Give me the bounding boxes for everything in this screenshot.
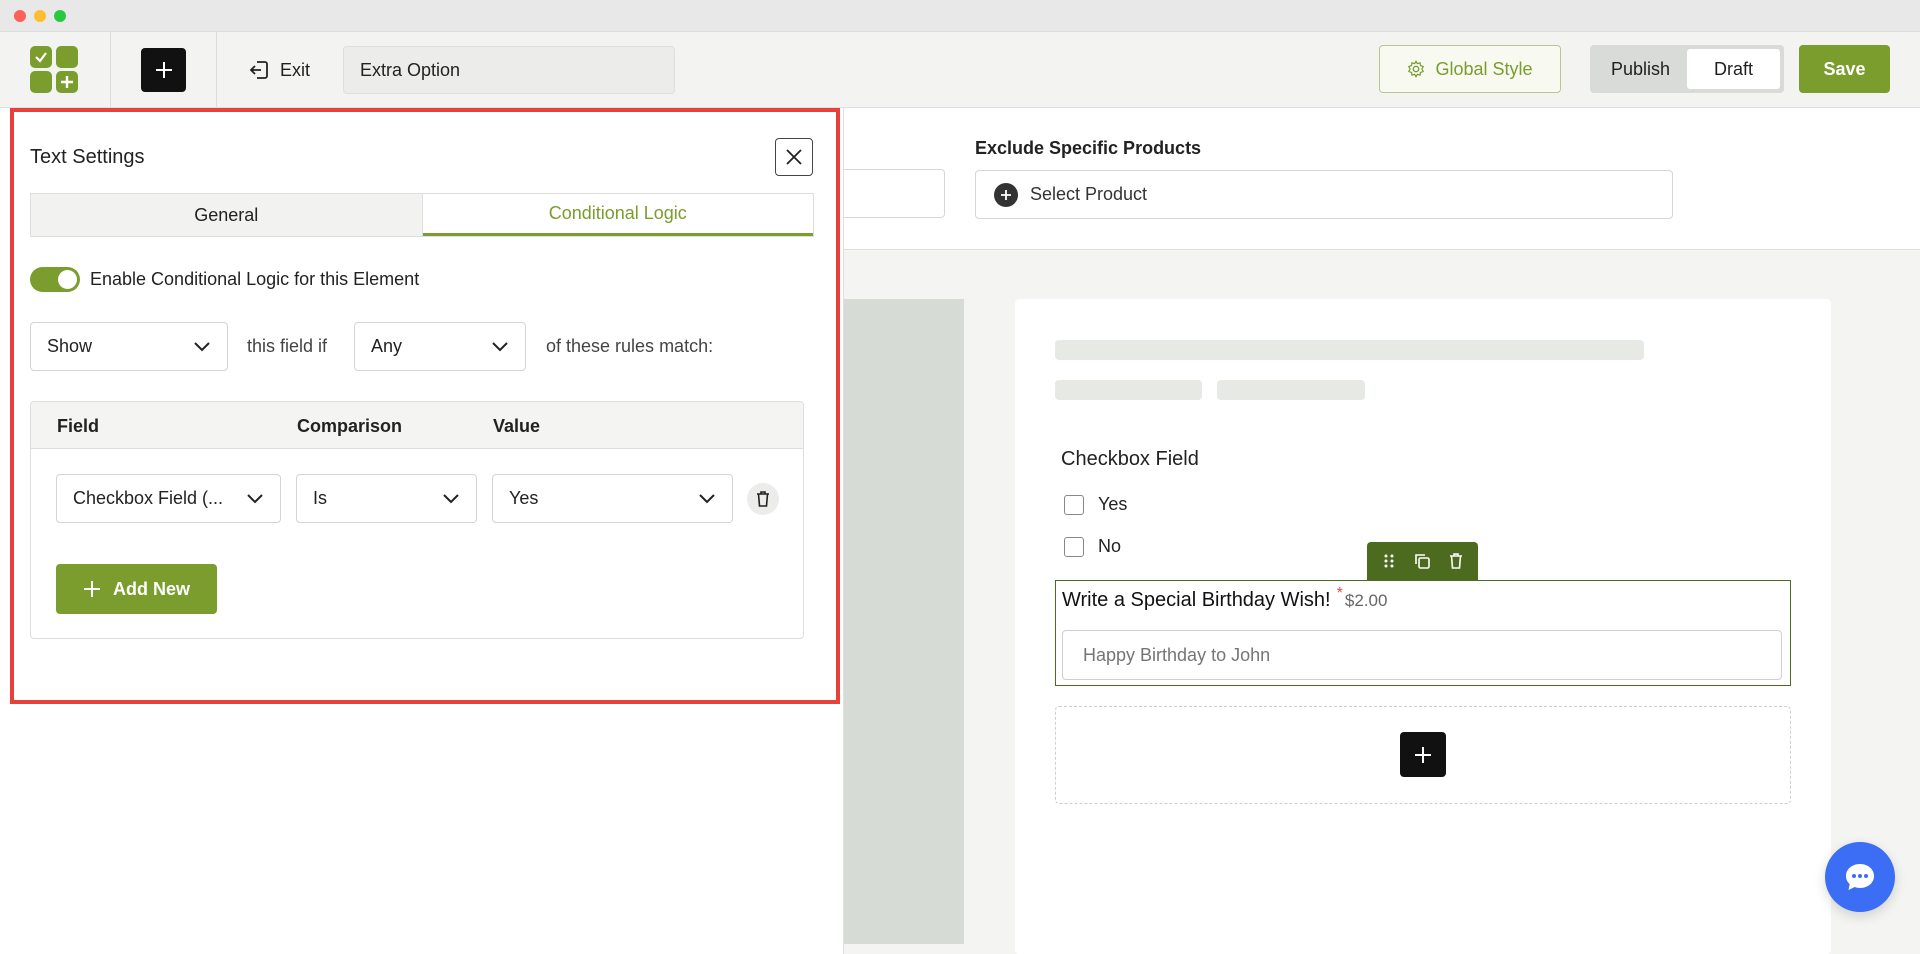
chevron-down-icon: [699, 493, 715, 503]
add-new-label: Add New: [112, 578, 190, 599]
skeleton-line: [1217, 380, 1365, 400]
chat-support-button[interactable]: [1825, 842, 1895, 912]
element-toolbar: [1367, 542, 1478, 580]
add-field-button[interactable]: [1400, 732, 1446, 777]
chat-bubble-icon: [1846, 864, 1874, 890]
checkbox[interactable]: [1064, 494, 1084, 515]
plus-icon: [155, 62, 172, 78]
action-select-value: Show: [47, 336, 93, 356]
rule-field-value: Checkbox Field (...: [73, 488, 224, 508]
top-toolbar: Exit Global Style Publish Draft Save: [0, 32, 1920, 108]
checkbox-option-no[interactable]: No: [1064, 536, 1121, 557]
rules-table-header: Field Comparison Value: [31, 402, 803, 449]
enable-conditional-logic-toggle[interactable]: [30, 267, 80, 292]
window-titlebar: [0, 0, 1920, 32]
trash-icon[interactable]: [1448, 552, 1464, 570]
condition-tail-text: of these rules match:: [546, 336, 714, 356]
select-product-label: Select Product: [1030, 184, 1148, 204]
match-select-value: Any: [371, 336, 403, 356]
chevron-down-icon: [194, 341, 210, 351]
duplicate-icon[interactable]: [1413, 552, 1431, 570]
draft-option[interactable]: Draft: [1687, 49, 1780, 89]
text-field-label: Write a Special Birthday Wish! * $2.00: [1062, 585, 1388, 612]
delete-rule-button[interactable]: [747, 483, 779, 515]
column-value: Value: [493, 416, 541, 436]
gear-icon: [1408, 60, 1425, 78]
tab-general[interactable]: General: [31, 194, 423, 236]
rule-value-select[interactable]: Yes: [492, 474, 733, 523]
tab-conditional-logic[interactable]: Conditional Logic: [422, 194, 813, 236]
panel-title: Text Settings: [30, 146, 145, 168]
canvas-placeholder-column: [844, 299, 964, 944]
checkbox-field-title: Checkbox Field: [1061, 448, 1199, 470]
close-panel-button[interactable]: [775, 138, 813, 176]
trash-icon: [757, 491, 769, 507]
chevron-down-icon: [492, 341, 508, 351]
global-style-label: Global Style: [1435, 58, 1533, 79]
global-style-button[interactable]: Global Style: [1379, 45, 1561, 93]
chevron-down-icon: [247, 493, 263, 503]
publish-option[interactable]: Publish: [1594, 49, 1687, 89]
checkbox-label: No: [1098, 536, 1122, 556]
skeleton-line: [1055, 380, 1202, 400]
text-field-label-text: Write a Special Birthday Wish!: [1062, 589, 1331, 611]
add-element-button[interactable]: [141, 48, 186, 92]
plus-icon: [83, 581, 100, 597]
chevron-down-icon: [443, 493, 459, 503]
birthday-wish-input[interactable]: [1062, 630, 1782, 680]
plus-icon: [1415, 746, 1431, 763]
exit-button[interactable]: Exit: [248, 56, 310, 84]
match-select[interactable]: Any: [354, 322, 526, 371]
exit-icon: [249, 61, 268, 79]
column-comparison: Comparison: [297, 416, 403, 436]
exit-label: Exit: [280, 59, 311, 80]
save-button[interactable]: Save: [1799, 45, 1890, 93]
action-select[interactable]: Show: [30, 322, 228, 371]
condition-middle-text: this field if: [247, 336, 328, 356]
column-field: Field: [57, 416, 100, 436]
add-new-rule-button[interactable]: Add New: [56, 564, 217, 614]
minimize-window-button[interactable]: [34, 10, 46, 22]
publish-status-toggle: Publish Draft: [1590, 45, 1784, 93]
settings-tabs: General Conditional Logic: [30, 193, 814, 237]
drag-handle-icon[interactable]: [1382, 553, 1396, 569]
required-mark: *: [1336, 585, 1343, 602]
rule-comparison-select[interactable]: Is: [296, 474, 477, 523]
close-icon: [786, 149, 802, 165]
rule-comparison-value: Is: [313, 488, 328, 508]
checkbox[interactable]: [1064, 536, 1084, 557]
maximize-window-button[interactable]: [54, 10, 66, 22]
plus-circle-icon: [994, 182, 1018, 207]
rule-value-value: Yes: [509, 488, 539, 508]
exclude-products-label: Exclude Specific Products: [975, 138, 1202, 158]
close-window-button[interactable]: [14, 10, 26, 22]
price-tag: $2.00: [1344, 591, 1388, 610]
rule-field-select[interactable]: Checkbox Field (...: [56, 474, 281, 523]
select-product-button[interactable]: Select Product: [975, 170, 1673, 219]
skeleton-line: [1055, 340, 1644, 360]
checkbox-option-yes[interactable]: Yes: [1064, 494, 1127, 515]
text-field-element[interactable]: Write a Special Birthday Wish! * $2.00: [1055, 580, 1791, 686]
app-logo[interactable]: [30, 46, 80, 94]
enable-conditional-logic-label: Enable Conditional Logic for this Elemen…: [90, 269, 420, 289]
option-name-input[interactable]: [343, 46, 675, 94]
checkbox-label: Yes: [1098, 494, 1128, 514]
